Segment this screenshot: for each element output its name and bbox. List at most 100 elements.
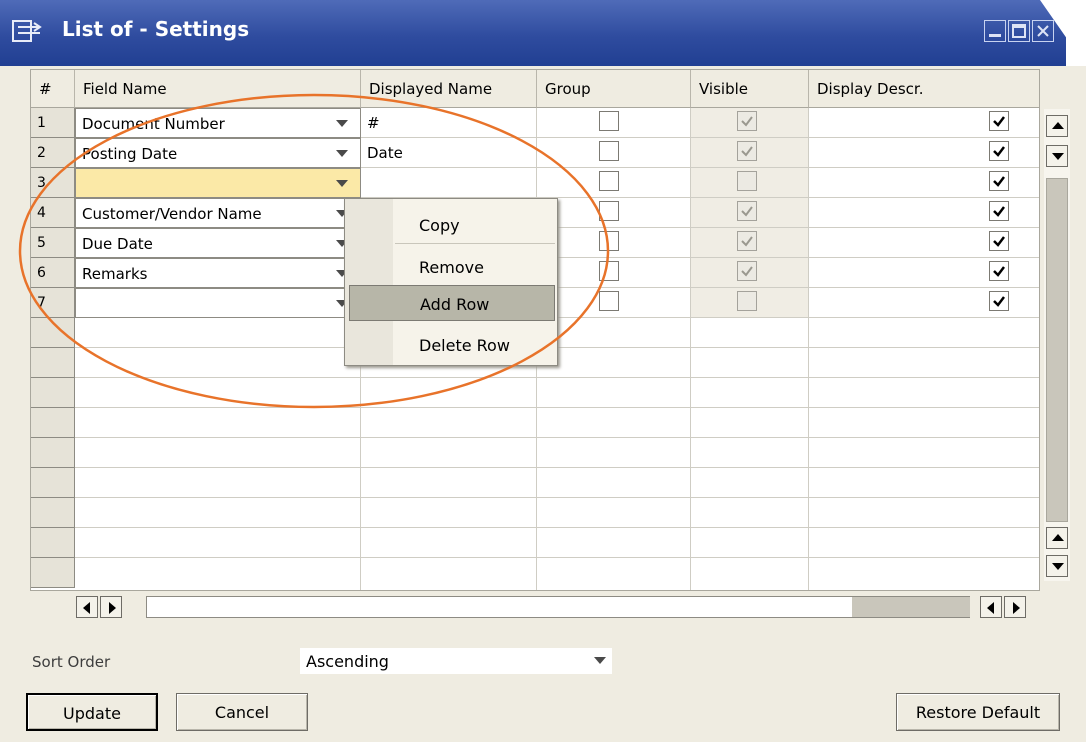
group-checkbox[interactable] bbox=[599, 171, 619, 191]
row-header-empty[interactable] bbox=[31, 528, 75, 558]
visible-cell bbox=[691, 198, 809, 228]
row-header[interactable]: 6 bbox=[31, 258, 75, 288]
row-header[interactable]: 7 bbox=[31, 288, 75, 318]
dropdown-arrow-icon[interactable] bbox=[336, 180, 348, 187]
horizontal-scroll-thumb[interactable] bbox=[852, 597, 970, 617]
form-icon bbox=[12, 18, 42, 44]
title-bar[interactable]: List of - Settings bbox=[0, 0, 1086, 66]
group-checkbox[interactable] bbox=[599, 201, 619, 221]
group-checkbox[interactable] bbox=[599, 291, 619, 311]
column-header-group[interactable]: Group bbox=[537, 70, 691, 108]
displayed-name-cell[interactable]: # bbox=[361, 108, 537, 138]
visible-checkbox[interactable] bbox=[737, 201, 757, 221]
visible-checkbox[interactable] bbox=[737, 261, 757, 281]
dropdown-arrow-icon[interactable] bbox=[336, 150, 348, 157]
row-header-empty[interactable] bbox=[31, 408, 75, 438]
menu-item-add-row[interactable]: Add Row bbox=[349, 285, 555, 321]
field-name-cell[interactable]: Customer/Vendor Name bbox=[75, 198, 361, 228]
column-header-field-name[interactable]: Field Name bbox=[75, 70, 361, 108]
field-name-cell[interactable]: Remarks bbox=[75, 258, 361, 288]
row-header-empty[interactable] bbox=[31, 468, 75, 498]
scroll-down-icon[interactable] bbox=[1046, 145, 1068, 167]
row-header-empty[interactable] bbox=[31, 378, 75, 408]
row-header[interactable]: 3 bbox=[31, 168, 75, 198]
visible-checkbox[interactable] bbox=[737, 171, 757, 191]
context-menu: Copy Remove Add Row Delete Row bbox=[344, 198, 558, 366]
dropdown-arrow-icon[interactable] bbox=[336, 120, 348, 127]
display-descr-checkbox[interactable] bbox=[989, 171, 1009, 191]
menu-item-remove[interactable]: Remove bbox=[395, 249, 555, 285]
column-header-display-descr[interactable]: Display Descr. bbox=[809, 70, 1039, 108]
display-descr-cell bbox=[809, 138, 1039, 168]
sort-order-select[interactable]: Ascending bbox=[300, 648, 612, 674]
vertical-scroll-thumb[interactable] bbox=[1046, 178, 1068, 522]
restore-default-button[interactable]: Restore Default bbox=[896, 693, 1060, 731]
visible-cell bbox=[691, 108, 809, 138]
scroll-right-icon[interactable] bbox=[1004, 596, 1026, 618]
minimize-icon[interactable] bbox=[984, 20, 1006, 42]
displayed-name-cell[interactable]: Date bbox=[361, 138, 537, 168]
group-checkbox[interactable] bbox=[599, 141, 619, 161]
field-name-cell[interactable]: Posting Date bbox=[75, 138, 361, 168]
visible-checkbox[interactable] bbox=[737, 111, 757, 131]
maximize-icon[interactable] bbox=[1008, 20, 1030, 42]
row-divider bbox=[75, 527, 1039, 528]
row-header[interactable]: 2 bbox=[31, 138, 75, 168]
field-name-cell[interactable]: Due Date bbox=[75, 228, 361, 258]
menu-item-delete-row[interactable]: Delete Row bbox=[395, 327, 555, 363]
cancel-button[interactable]: Cancel bbox=[176, 693, 308, 731]
display-descr-checkbox[interactable] bbox=[989, 141, 1009, 161]
row-header[interactable]: 1 bbox=[31, 108, 75, 138]
display-descr-checkbox[interactable] bbox=[989, 261, 1009, 281]
row-header-empty[interactable] bbox=[31, 558, 75, 588]
display-descr-checkbox[interactable] bbox=[989, 231, 1009, 251]
scroll-right-icon[interactable] bbox=[100, 596, 122, 618]
row-header-empty[interactable] bbox=[31, 318, 75, 348]
row-header[interactable]: 4 bbox=[31, 198, 75, 228]
row-header-empty[interactable] bbox=[31, 438, 75, 468]
visible-checkbox[interactable] bbox=[737, 291, 757, 311]
horizontal-scrollbar[interactable] bbox=[146, 596, 970, 618]
display-descr-checkbox[interactable] bbox=[989, 111, 1009, 131]
group-cell bbox=[537, 288, 691, 318]
chevron-down-icon[interactable] bbox=[594, 657, 606, 664]
visible-cell bbox=[691, 288, 809, 318]
update-button[interactable]: Update bbox=[26, 693, 158, 731]
field-name-cell[interactable] bbox=[75, 168, 361, 198]
visible-checkbox[interactable] bbox=[737, 231, 757, 251]
scroll-left-icon[interactable] bbox=[76, 596, 98, 618]
field-name-value: Document Number bbox=[82, 115, 225, 133]
field-name-cell[interactable]: Document Number bbox=[75, 108, 361, 138]
menu-icon-strip bbox=[345, 199, 393, 365]
field-name-cell[interactable] bbox=[75, 288, 361, 318]
visible-checkbox[interactable] bbox=[737, 141, 757, 161]
row-header-empty[interactable] bbox=[31, 348, 75, 378]
column-header-displayed-name[interactable]: Displayed Name bbox=[361, 70, 537, 108]
close-icon[interactable] bbox=[1032, 20, 1054, 42]
display-descr-cell bbox=[809, 228, 1039, 258]
group-cell bbox=[537, 138, 691, 168]
sort-order-label: Sort Order bbox=[32, 653, 111, 671]
column-header-visible[interactable]: Visible bbox=[691, 70, 809, 108]
column-header-number[interactable]: # bbox=[31, 70, 75, 108]
group-checkbox[interactable] bbox=[599, 111, 619, 131]
scroll-down-icon[interactable] bbox=[1046, 555, 1068, 577]
row-divider bbox=[75, 407, 1039, 408]
row-header-empty[interactable] bbox=[31, 498, 75, 528]
scroll-left-icon[interactable] bbox=[980, 596, 1002, 618]
group-cell bbox=[537, 108, 691, 138]
display-descr-checkbox[interactable] bbox=[989, 291, 1009, 311]
scroll-up-icon[interactable] bbox=[1046, 115, 1068, 137]
group-checkbox[interactable] bbox=[599, 231, 619, 251]
menu-item-copy[interactable]: Copy bbox=[395, 207, 555, 243]
row-number: 7 bbox=[37, 295, 46, 311]
sort-order-value: Ascending bbox=[306, 652, 389, 671]
settings-window: List of - Settings # Field Name Displaye… bbox=[0, 0, 1086, 742]
scroll-up-icon[interactable] bbox=[1046, 527, 1068, 549]
field-name-value: Posting Date bbox=[82, 145, 178, 163]
displayed-name-cell[interactable] bbox=[361, 168, 537, 198]
group-checkbox[interactable] bbox=[599, 261, 619, 281]
row-header[interactable]: 5 bbox=[31, 228, 75, 258]
display-descr-checkbox[interactable] bbox=[989, 201, 1009, 221]
row-number: 5 bbox=[37, 235, 46, 251]
